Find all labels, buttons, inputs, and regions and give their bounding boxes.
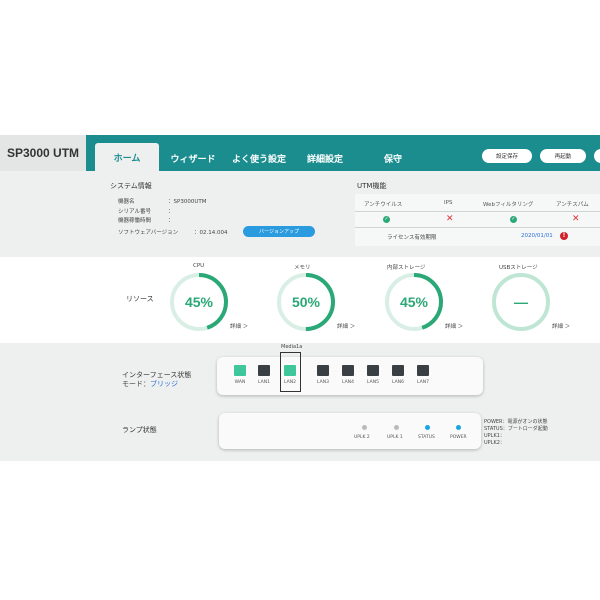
software-version-label: ソフトウェアバージョン xyxy=(118,230,179,236)
lamp-uplk2-label: UPLK 2 xyxy=(354,435,370,440)
lamp-power-label: POWER xyxy=(450,435,467,440)
lamp-status-label: STATUS xyxy=(418,435,435,440)
tab-maintenance[interactable]: 保守 xyxy=(366,145,420,171)
utm-header-web-filter: Webフィルタリング xyxy=(483,202,534,208)
software-version-value: 02.14.004 xyxy=(199,230,228,236)
product-title: SP3000 UTM xyxy=(0,135,86,171)
uptime-label: 機器稼働時間 xyxy=(118,218,152,224)
memory-value: 50% xyxy=(291,294,321,310)
ethernet-port-icon xyxy=(284,365,296,376)
device-name-value: SP3000UTM xyxy=(173,199,207,205)
mode-value[interactable]: ブリッジ xyxy=(150,380,178,388)
port-lan2[interactable]: LAN2 xyxy=(282,365,298,387)
ethernet-port-icon xyxy=(317,365,329,376)
tab-wizard[interactable]: ウィザード xyxy=(164,145,222,171)
device-name-label: 機器名 xyxy=(118,199,135,205)
ips-cross-icon: ✕ xyxy=(446,214,454,224)
internal-storage-gauge: 45% xyxy=(383,271,445,333)
ethernet-port-icon xyxy=(234,365,246,376)
cpu-gauge: 45% xyxy=(168,271,230,333)
lamp-status xyxy=(425,425,430,430)
port-wan[interactable]: WAN xyxy=(232,365,248,387)
ethernet-port-icon xyxy=(392,365,404,376)
port-highlight-label: Media1a xyxy=(281,344,303,350)
serial-number-label: シリアル番号 xyxy=(118,209,151,215)
antispam-cross-icon: ✕ xyxy=(572,214,580,224)
cpu-label: CPU xyxy=(193,263,205,269)
memory-gauge: 50% xyxy=(275,271,337,333)
save-settings-button[interactable]: 設定保存 xyxy=(482,149,532,163)
usb-storage-detail-link[interactable]: 詳細 ＞ xyxy=(552,322,570,330)
internal-storage-value: 45% xyxy=(399,294,429,310)
utm-header-antispam: アンチスパム xyxy=(556,202,589,208)
resource-title: リソース xyxy=(126,295,154,303)
ethernet-port-icon xyxy=(417,365,429,376)
system-info-title: システム情報 xyxy=(110,182,152,190)
utm-header-antivirus: アンチウイルス xyxy=(364,202,403,208)
cpu-detail-link[interactable]: 詳細 ＞ xyxy=(230,322,248,330)
port-lan4[interactable]: LAN4 xyxy=(340,365,356,387)
license-expiry-label: ライセンス有効期限 xyxy=(387,235,437,241)
memory-detail-link[interactable]: 詳細 ＞ xyxy=(337,322,355,330)
lamp-uplk2 xyxy=(362,425,367,430)
utm-divider xyxy=(355,227,600,228)
ethernet-port-icon xyxy=(342,365,354,376)
license-expiry-link[interactable]: 2020/01/01 xyxy=(521,233,553,239)
antivirus-check-icon: ✓ xyxy=(383,216,390,223)
memory-label: メモリ xyxy=(294,265,311,271)
port-lan3[interactable]: LAN3 xyxy=(315,365,331,387)
internal-storage-label: 内部ストレージ xyxy=(387,265,426,271)
utm-divider xyxy=(355,211,600,212)
usb-storage-value: — xyxy=(514,294,528,310)
lamp-status-title: ランプ状態 xyxy=(122,426,157,434)
lamp-uplk1-label: UPLK 1 xyxy=(387,435,403,440)
tab-frequent-settings[interactable]: よく使う設定 xyxy=(224,145,294,171)
utm-header-ips: IPS xyxy=(444,200,453,206)
tab-advanced-settings[interactable]: 詳細設定 xyxy=(298,145,352,171)
version-up-button[interactable]: バージョンアップ xyxy=(243,226,315,237)
cpu-value: 45% xyxy=(184,294,214,310)
warning-icon: ! xyxy=(560,232,568,240)
port-lan1[interactable]: LAN1 xyxy=(256,365,272,387)
utm-title: UTM機能 xyxy=(357,182,387,190)
mode-label: モード： xyxy=(122,380,150,388)
uplk2-info-label: UPLK2 xyxy=(484,440,500,446)
usb-storage-label: USBストレージ xyxy=(499,265,538,271)
usb-storage-gauge: — xyxy=(490,271,552,333)
tab-home[interactable]: ホーム xyxy=(95,143,159,171)
internal-storage-detail-link[interactable]: 詳細 ＞ xyxy=(445,322,463,330)
lamp-power xyxy=(456,425,461,430)
port-lan7[interactable]: LAN7 xyxy=(415,365,431,387)
restart-button[interactable]: 再起動 xyxy=(540,149,586,163)
lamp-uplk1 xyxy=(394,425,399,430)
lamp-panel xyxy=(219,413,481,449)
port-lan6[interactable]: LAN6 xyxy=(390,365,406,387)
ethernet-port-icon xyxy=(367,365,379,376)
status-info-value: ブートローダ起動 xyxy=(507,426,548,432)
ethernet-port-icon xyxy=(258,365,270,376)
port-lan5[interactable]: LAN5 xyxy=(365,365,381,387)
web-filter-check-icon: ✓ xyxy=(510,216,517,223)
